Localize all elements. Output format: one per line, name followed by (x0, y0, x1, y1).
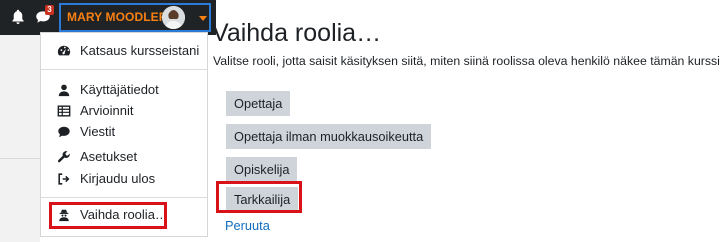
menu-item-profile[interactable]: Käyttäjätiedot (41, 79, 207, 101)
page-title: Vaihda roolia… (212, 18, 382, 47)
menu-item-label: Arvioinnit (80, 103, 134, 118)
sign-out-icon (58, 173, 70, 185)
comment-icon (58, 126, 70, 138)
menu-item-logout[interactable]: Kirjaudu ulos (41, 168, 207, 190)
page-description: Valitse rooli, jotta saisit käsityksen s… (213, 54, 720, 68)
menu-item-grades[interactable]: Arvioinnit (41, 100, 207, 122)
menu-item-label: Katsaus kursseistani (80, 43, 200, 58)
highlight-box-switch-role (49, 202, 167, 229)
role-button-non-editing-teacher[interactable]: Opettaja ilman muokkausoikeutta (226, 124, 432, 149)
top-navbar: 3 MARY MOODLER (0, 0, 216, 35)
menu-divider (41, 197, 207, 198)
menu-item-preferences[interactable]: Asetukset (41, 146, 207, 168)
caret-down-icon (199, 16, 207, 21)
highlight-box-guest-role (216, 181, 302, 213)
left-drawer-strip (0, 35, 40, 242)
notification-badge: 3 (45, 5, 54, 15)
role-button-student[interactable]: Opiskelija (226, 157, 298, 182)
role-button-teacher[interactable]: Opettaja (226, 91, 291, 116)
menu-item-label: Viestit (80, 124, 116, 139)
user-icon (58, 84, 70, 97)
cancel-link[interactable]: Peruuta (225, 218, 270, 233)
menu-item-label: Käyttäjätiedot (80, 82, 159, 97)
divider (0, 158, 40, 159)
user-menu-button[interactable]: MARY MOODLER (59, 3, 211, 32)
wrench-icon (57, 151, 70, 163)
avatar (162, 6, 185, 29)
user-name: MARY MOODLER (67, 10, 168, 24)
menu-divider (41, 69, 207, 70)
menu-item-label: Kirjaudu ulos (80, 171, 156, 186)
dashboard-icon (57, 45, 71, 56)
menu-item-messages[interactable]: Viestit (41, 121, 207, 143)
menu-item-label: Asetukset (80, 149, 138, 164)
table-icon (57, 105, 71, 117)
bell-icon[interactable] (9, 8, 27, 26)
menu-item-dashboard[interactable]: Katsaus kursseistani (41, 40, 207, 62)
